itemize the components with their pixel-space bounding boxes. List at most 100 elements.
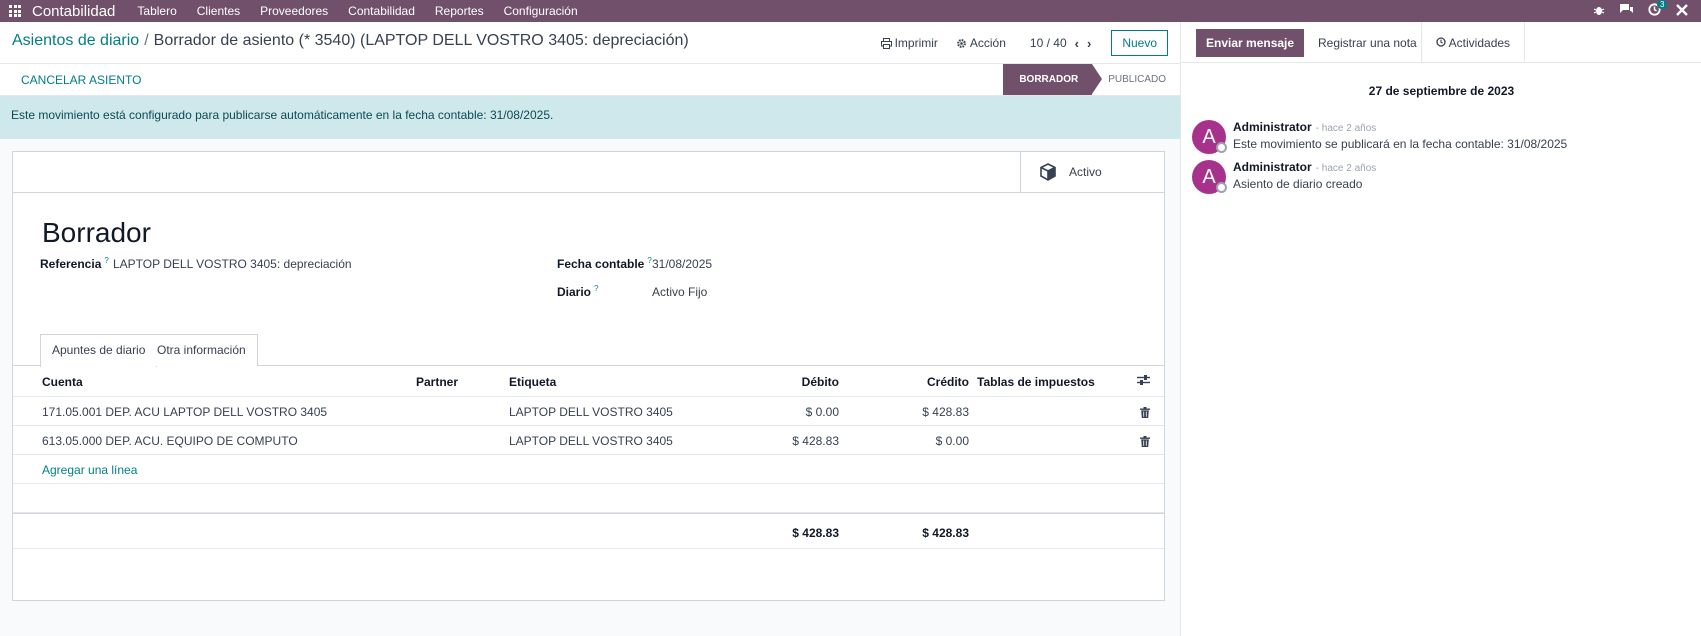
diario-label-text: Diario bbox=[557, 285, 592, 299]
total-debito: $ 428.83 bbox=[792, 526, 839, 540]
avatar[interactable]: A bbox=[1192, 120, 1227, 154]
action-button[interactable]: Acción bbox=[956, 36, 1006, 50]
form-sheet: Activo Borrador Referencia? LAPTOP DELL … bbox=[12, 151, 1165, 601]
presence-icon bbox=[1216, 142, 1227, 153]
breadcrumb-separator: / bbox=[144, 32, 149, 49]
optional-columns-icon[interactable] bbox=[1137, 374, 1150, 389]
app-brand[interactable]: Contabilidad bbox=[32, 3, 115, 20]
cell-etiqueta[interactable]: LAPTOP DELL VOSTRO 3405 bbox=[509, 405, 673, 419]
empty-row bbox=[13, 484, 1164, 513]
totals-row: $ 428.83 $ 428.83 bbox=[13, 513, 1164, 549]
cell-credito[interactable]: $ 0.00 bbox=[936, 434, 969, 448]
gear-icon bbox=[956, 38, 966, 48]
presence-icon bbox=[1216, 182, 1227, 193]
pager-previous-icon[interactable]: ‹ bbox=[1075, 36, 1079, 51]
trash-icon[interactable] bbox=[1140, 407, 1150, 418]
apps-grid-icon[interactable] bbox=[9, 5, 25, 17]
breadcrumb: Asientos de diario / Borrador de asiento (… bbox=[12, 32, 689, 50]
menu-item-configuracion[interactable]: Configuración bbox=[494, 4, 588, 18]
message-author-name[interactable]: Administrator bbox=[1233, 120, 1312, 134]
menu-item-reportes[interactable]: Reportes bbox=[425, 4, 494, 18]
cancel-entry-button[interactable]: CANCELAR ASIENTO bbox=[21, 73, 141, 87]
action-label: Acción bbox=[969, 36, 1006, 50]
pager-next-icon[interactable]: › bbox=[1087, 36, 1091, 51]
form-view: Asientos de diario / Borrador de asiento (… bbox=[0, 22, 1180, 636]
cell-debito[interactable]: $ 428.83 bbox=[792, 434, 839, 448]
pager: 10 / 40 ‹ › bbox=[1030, 36, 1091, 51]
cell-cuenta[interactable]: 171.05.001 DEP. ACU LAPTOP DELL VOSTRO 3… bbox=[42, 405, 327, 419]
pager-value[interactable]: 10 / 40 bbox=[1030, 36, 1067, 50]
referencia-help-icon[interactable]: ? bbox=[104, 256, 108, 265]
state-borrador[interactable]: BORRADOR bbox=[1003, 64, 1103, 95]
trash-icon[interactable] bbox=[1140, 436, 1150, 447]
notebook-tabs: Apuntes de diario Otra información bbox=[13, 334, 1164, 367]
total-credito: $ 428.83 bbox=[922, 526, 969, 540]
cell-etiqueta[interactable]: LAPTOP DELL VOSTRO 3405 bbox=[509, 434, 673, 448]
menu-item-clientes[interactable]: Clientes bbox=[187, 4, 250, 18]
menu-item-proveedores[interactable]: Proveedores bbox=[250, 4, 338, 18]
print-button[interactable]: Imprimir bbox=[880, 36, 938, 50]
chatter-message: A Administrator - hace 2 años Asiento de … bbox=[1192, 160, 1692, 196]
tab-apuntes-de-diario[interactable]: Apuntes de diario bbox=[40, 334, 158, 367]
table-row[interactable]: 613.05.000 DEP. ACU. EQUIPO DE COMPUTO L… bbox=[13, 426, 1164, 455]
systray: 3 bbox=[1593, 0, 1701, 22]
avatar-initial: A bbox=[1202, 126, 1216, 148]
auto-post-alert: Este movimiento está configurado para pu… bbox=[0, 96, 1180, 139]
journal-lines-table: Cuenta Partner Etiqueta Débito Crédito T… bbox=[13, 366, 1164, 549]
send-message-button[interactable]: Enviar mensaje bbox=[1196, 29, 1305, 57]
activity-count-badge: 3 bbox=[1657, 0, 1668, 9]
header-credito[interactable]: Crédito bbox=[927, 375, 969, 389]
log-note-button[interactable]: Registrar una nota bbox=[1308, 29, 1427, 57]
tab-otra-informacion[interactable]: Otra información bbox=[146, 334, 258, 366]
button-box: Activo bbox=[13, 152, 1164, 193]
message-time: - hace 2 años bbox=[1315, 163, 1377, 174]
tools-icon[interactable] bbox=[1675, 3, 1689, 20]
message-author: Administrator - hace 2 años bbox=[1233, 160, 1376, 174]
referencia-field[interactable]: LAPTOP DELL VOSTRO 3405: depreciación bbox=[113, 257, 352, 271]
menu-item-tablero[interactable]: Tablero bbox=[127, 4, 186, 18]
activities-button[interactable]: Actividades bbox=[1421, 22, 1526, 63]
asset-smart-button[interactable]: Activo bbox=[1020, 152, 1164, 192]
breadcrumb-current: Borrador de asiento (* 3540) (LAPTOP DEL… bbox=[153, 32, 689, 49]
state-publicado[interactable]: PUBLICADO bbox=[1092, 64, 1180, 95]
date-separator: 27 de septiembre de 2023 bbox=[1368, 84, 1515, 98]
chat-icon[interactable] bbox=[1619, 3, 1634, 19]
record-title: Borrador bbox=[42, 217, 151, 248]
referencia-label-text: Referencia bbox=[40, 257, 102, 271]
clock-icon[interactable]: 3 bbox=[1648, 0, 1668, 19]
diario-label: Diario? bbox=[557, 284, 598, 299]
header-debito[interactable]: Débito bbox=[802, 375, 839, 389]
printer-icon bbox=[880, 37, 892, 49]
message-time: - hace 2 años bbox=[1315, 123, 1377, 134]
control-panel: Asientos de diario / Borrador de asiento (… bbox=[0, 22, 1180, 64]
cell-credito[interactable]: $ 428.83 bbox=[922, 405, 969, 419]
message-author-name[interactable]: Administrator bbox=[1233, 160, 1312, 174]
header-partner[interactable]: Partner bbox=[416, 375, 458, 389]
asset-smart-button-label: Activo bbox=[1069, 165, 1102, 179]
chatter-message: A Administrator - hace 2 años Este movimi… bbox=[1192, 120, 1692, 156]
message-body: Este movimiento se publicará en la fecha… bbox=[1233, 137, 1568, 151]
diario-help-icon[interactable]: ? bbox=[594, 284, 598, 293]
menu-item-contabilidad[interactable]: Contabilidad bbox=[338, 4, 425, 18]
diario-field[interactable]: Activo Fijo bbox=[652, 285, 707, 299]
add-line-link[interactable]: Agregar una línea bbox=[42, 463, 137, 477]
breadcrumb-parent[interactable]: Asientos de diario bbox=[12, 32, 139, 49]
fecha-contable-label: Fecha contable? bbox=[557, 256, 652, 271]
message-body: Asiento de diario creado bbox=[1233, 177, 1363, 191]
chatter-panel: Enviar mensaje Registrar una nota Activi… bbox=[1180, 22, 1701, 636]
referencia-label: Referencia? bbox=[40, 256, 109, 271]
table-header: Cuenta Partner Etiqueta Débito Crédito T… bbox=[13, 366, 1164, 397]
cell-debito[interactable]: $ 0.00 bbox=[806, 405, 839, 419]
avatar[interactable]: A bbox=[1192, 160, 1227, 194]
new-button[interactable]: Nuevo bbox=[1111, 30, 1168, 56]
header-tablas-de-impuestos[interactable]: Tablas de impuestos bbox=[977, 375, 1095, 389]
control-actions: Imprimir Acción 10 / 40 ‹ › Nuevo bbox=[863, 30, 1168, 56]
fecha-contable-field[interactable]: 31/08/2025 bbox=[652, 257, 712, 271]
bug-icon[interactable] bbox=[1593, 3, 1605, 19]
add-line-row: Agregar una línea bbox=[13, 455, 1164, 484]
header-etiqueta[interactable]: Etiqueta bbox=[509, 375, 556, 389]
activities-label: Actividades bbox=[1448, 36, 1511, 50]
header-cuenta[interactable]: Cuenta bbox=[42, 375, 83, 389]
cell-cuenta[interactable]: 613.05.000 DEP. ACU. EQUIPO DE COMPUTO bbox=[42, 434, 298, 448]
table-row[interactable]: 171.05.001 DEP. ACU LAPTOP DELL VOSTRO 3… bbox=[13, 397, 1164, 426]
